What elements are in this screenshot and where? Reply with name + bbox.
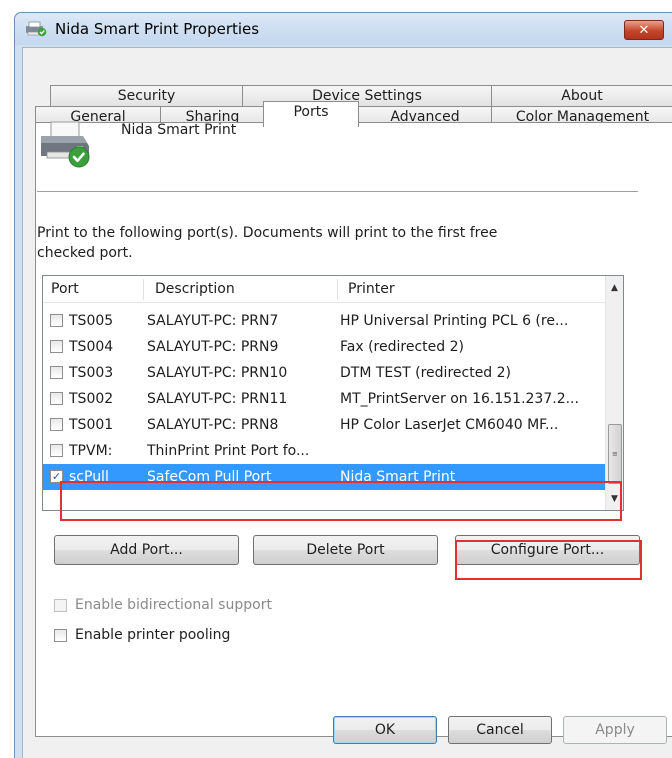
window-title: Nida Smart Print Properties [55,20,260,38]
highlight-selected-row [60,481,622,521]
port-checkbox[interactable] [50,314,63,327]
port-row[interactable]: TS002 SALAYUT-PC: PRN11 MT_PrintServer on … [43,386,607,412]
port-row[interactable]: TS005 SALAYUT-PC: PRN7 HP Universal Printi… [43,308,607,334]
port-list-header: Port Description Printer [43,276,607,303]
port-description: SALAYUT-PC: PRN11 [147,391,288,407]
port-name: TS003 [69,365,114,381]
port-name: TPVM: [69,443,113,459]
port-instructions: Print to the following port(s). Document… [37,225,498,261]
grip-icon: ≡ [612,450,618,458]
port-row[interactable]: TS001 SALAYUT-PC: PRN8 HP Color LaserJet C… [43,412,607,438]
port-name: TS002 [69,391,114,407]
tab-security[interactable]: Security [50,85,243,106]
tab-label: Ports [293,104,329,120]
scrollbar-thumb[interactable]: ≡ [608,424,622,484]
port-row[interactable]: TS003 SALAYUT-PC: PRN10 DTM TEST (redirect… [43,360,607,386]
separator [37,191,638,192]
port-checkbox[interactable] [50,392,63,405]
tab-label: Security [117,88,176,104]
highlight-configure-port [455,540,642,580]
printer-pooling-option[interactable]: Enable printer pooling [54,627,230,643]
bidirectional-support-option[interactable]: Enable bidirectional support [54,597,272,613]
column-header-printer[interactable]: Printer [340,276,602,302]
tab-ports[interactable]: Ports [263,101,359,127]
port-name: TS001 [69,417,114,433]
port-checkbox[interactable] [50,340,63,353]
printer-name: Nida Smart Print [121,122,237,138]
printer-app-icon [26,21,47,37]
port-name: TS005 [69,313,114,329]
printer-pooling-label: Enable printer pooling [75,627,231,643]
port-printer [340,438,602,464]
bidirectional-label: Enable bidirectional support [75,597,272,613]
port-description: SALAYUT-PC: PRN9 [147,339,279,355]
column-header-port[interactable]: Port [43,276,147,302]
port-checkbox[interactable] [50,418,63,431]
printer-pooling-checkbox[interactable] [54,628,67,642]
column-divider[interactable] [337,279,338,300]
add-port-button[interactable]: Add Port... [54,535,239,565]
port-printer: Fax (redirected 2) [340,339,464,355]
port-description: SALAYUT-PC: PRN7 [147,313,279,329]
port-printer: DTM TEST (redirected 2) [340,365,512,381]
port-description: SALAYUT-PC: PRN8 [147,417,279,433]
port-name: TS004 [69,339,114,355]
close-icon: ✕ [638,22,650,38]
port-row[interactable]: TPVM: ThinPrint Print Port fo... [43,438,607,464]
port-list[interactable]: Port Description Printer TS005 SALAYUT-PC… [42,275,624,511]
port-description: ThinPrint Print Port fo... [147,443,310,459]
port-row[interactable]: TS004 SALAYUT-PC: PRN9 Fax (redirected 2) [43,334,607,360]
ok-button[interactable]: OK [333,716,437,744]
scroll-up-icon[interactable]: ▲ [606,280,623,297]
port-checkbox[interactable] [50,366,63,379]
title-bar[interactable]: Nida Smart Print Properties ✕ [15,13,672,45]
bidirectional-checkbox[interactable] [54,598,67,612]
delete-port-button[interactable]: Delete Port [253,535,438,565]
port-description: SALAYUT-PC: PRN10 [147,365,288,381]
tab-label: About [561,88,603,104]
printer-check-icon [41,121,90,168]
tab-about[interactable]: About [491,85,672,106]
cancel-button[interactable]: Cancel [448,716,552,744]
port-checkbox[interactable] [50,444,63,457]
close-button[interactable]: ✕ [624,20,664,40]
port-printer: HP Universal Printing PCL 6 (re... [340,313,569,329]
apply-button[interactable]: Apply [563,716,667,744]
column-divider[interactable] [143,279,144,300]
vertical-scrollbar[interactable]: ▲ ≡ ▼ [605,276,623,510]
port-printer: HP Color LaserJet CM6040 MF... [340,417,559,433]
port-printer: MT_PrintServer on 16.151.237.2... [340,391,579,407]
column-header-description[interactable]: Description [147,276,337,302]
